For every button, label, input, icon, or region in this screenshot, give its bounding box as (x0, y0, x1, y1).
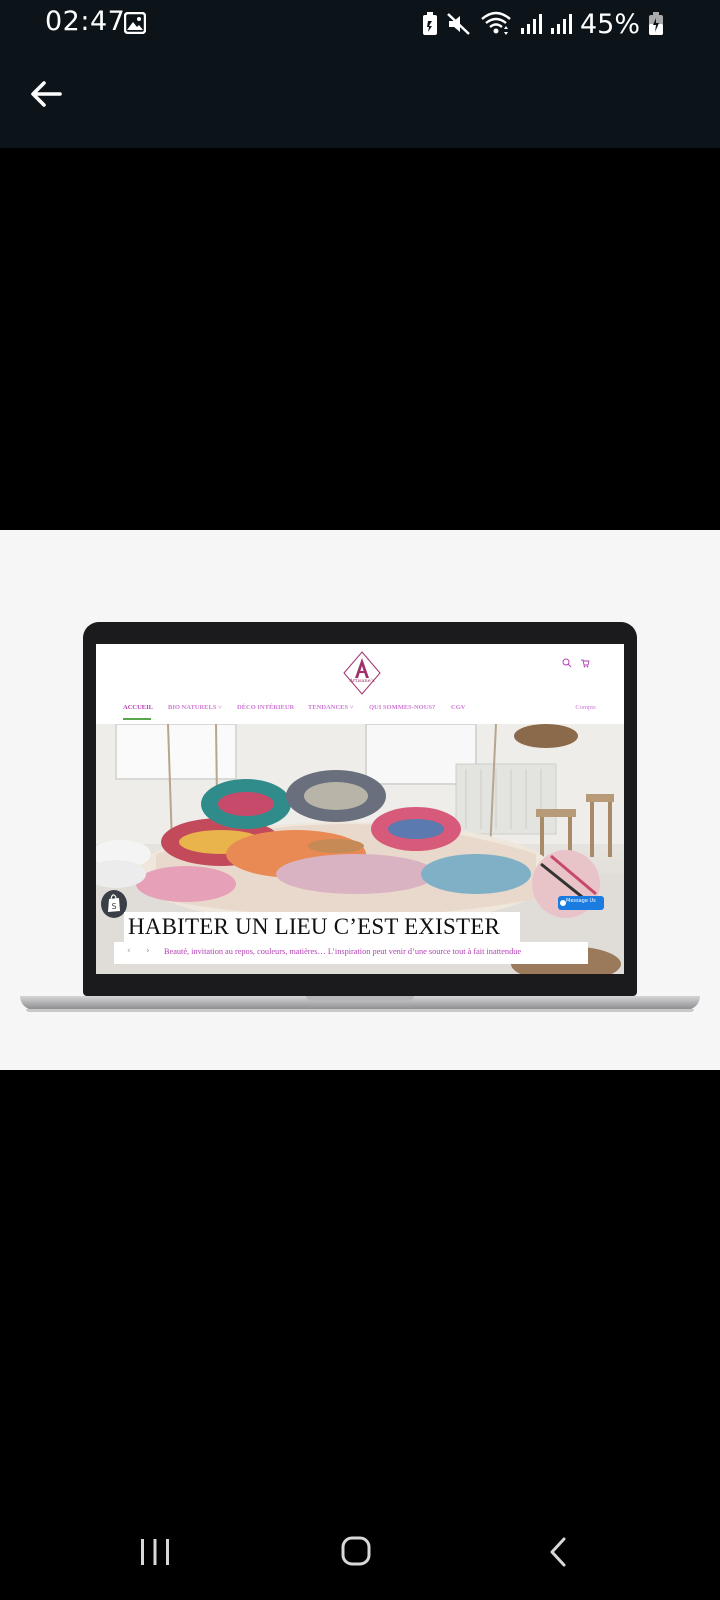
site-logo (343, 651, 381, 695)
gallery-icon (124, 12, 146, 34)
nav-item-deco-interieur[interactable]: DÉCO INTÉRIEUR (237, 704, 294, 711)
nav-item-bio-naturels[interactable]: BIO NATURELS ˅ (168, 704, 222, 711)
home-icon[interactable] (340, 1535, 372, 1567)
site-nav: ACCUEIL BIO NATURELS ˅ DÉCO INTÉRIEUR TE… (96, 704, 624, 720)
back-icon[interactable] (548, 1536, 568, 1568)
svg-text:S: S (112, 902, 117, 911)
cart-icon[interactable] (580, 658, 590, 668)
message-us-label: Message Us (566, 898, 596, 904)
hero-slider[interactable]: S Message Us HABITER UN LIEU C’EST EXIST… (96, 724, 624, 974)
nav-item-cgv[interactable]: CGV (451, 704, 465, 711)
slider-next-button[interactable]: › (146, 946, 150, 956)
nav-item-qui-sommes-nous[interactable]: QUI SOMMES-NOUS? (369, 704, 435, 711)
battery-saver-icon (422, 12, 437, 35)
status-icons: 45% (422, 8, 664, 40)
nav-item-accueil[interactable]: ACCUEIL (123, 704, 153, 711)
laptop-screen: Artisane's ACCUEIL BIO NATURELS ˅ DÉCO I… (96, 644, 624, 974)
laptop-base-shadow (26, 1009, 694, 1012)
recents-icon[interactable] (138, 1536, 172, 1568)
site-logo-text: Artisane's (349, 678, 375, 684)
nav-active-underline (123, 718, 151, 720)
hero-subtitle: Beauté, invitation au repos, couleurs, m… (164, 947, 522, 956)
hero-title: HABITER UN LIEU C’EST EXISTER (128, 914, 501, 939)
wifi-icon (481, 11, 511, 35)
nav-item-tendances[interactable]: TENDANCES ˅ (308, 704, 353, 711)
back-button[interactable] (24, 72, 68, 116)
status-time: 02:47 (45, 6, 126, 37)
battery-percent: 45% (579, 8, 640, 40)
mute-icon (447, 13, 470, 35)
battery-charging-icon (649, 12, 663, 35)
top-bar: 02:47 45% (0, 0, 720, 148)
signal-icon (520, 14, 542, 34)
signal-icon (550, 14, 572, 34)
nav-account[interactable]: Compte (575, 704, 596, 711)
laptop-notch (306, 996, 414, 1001)
search-icon[interactable] (562, 658, 572, 668)
slider-prev-button[interactable]: ‹ (127, 946, 131, 956)
